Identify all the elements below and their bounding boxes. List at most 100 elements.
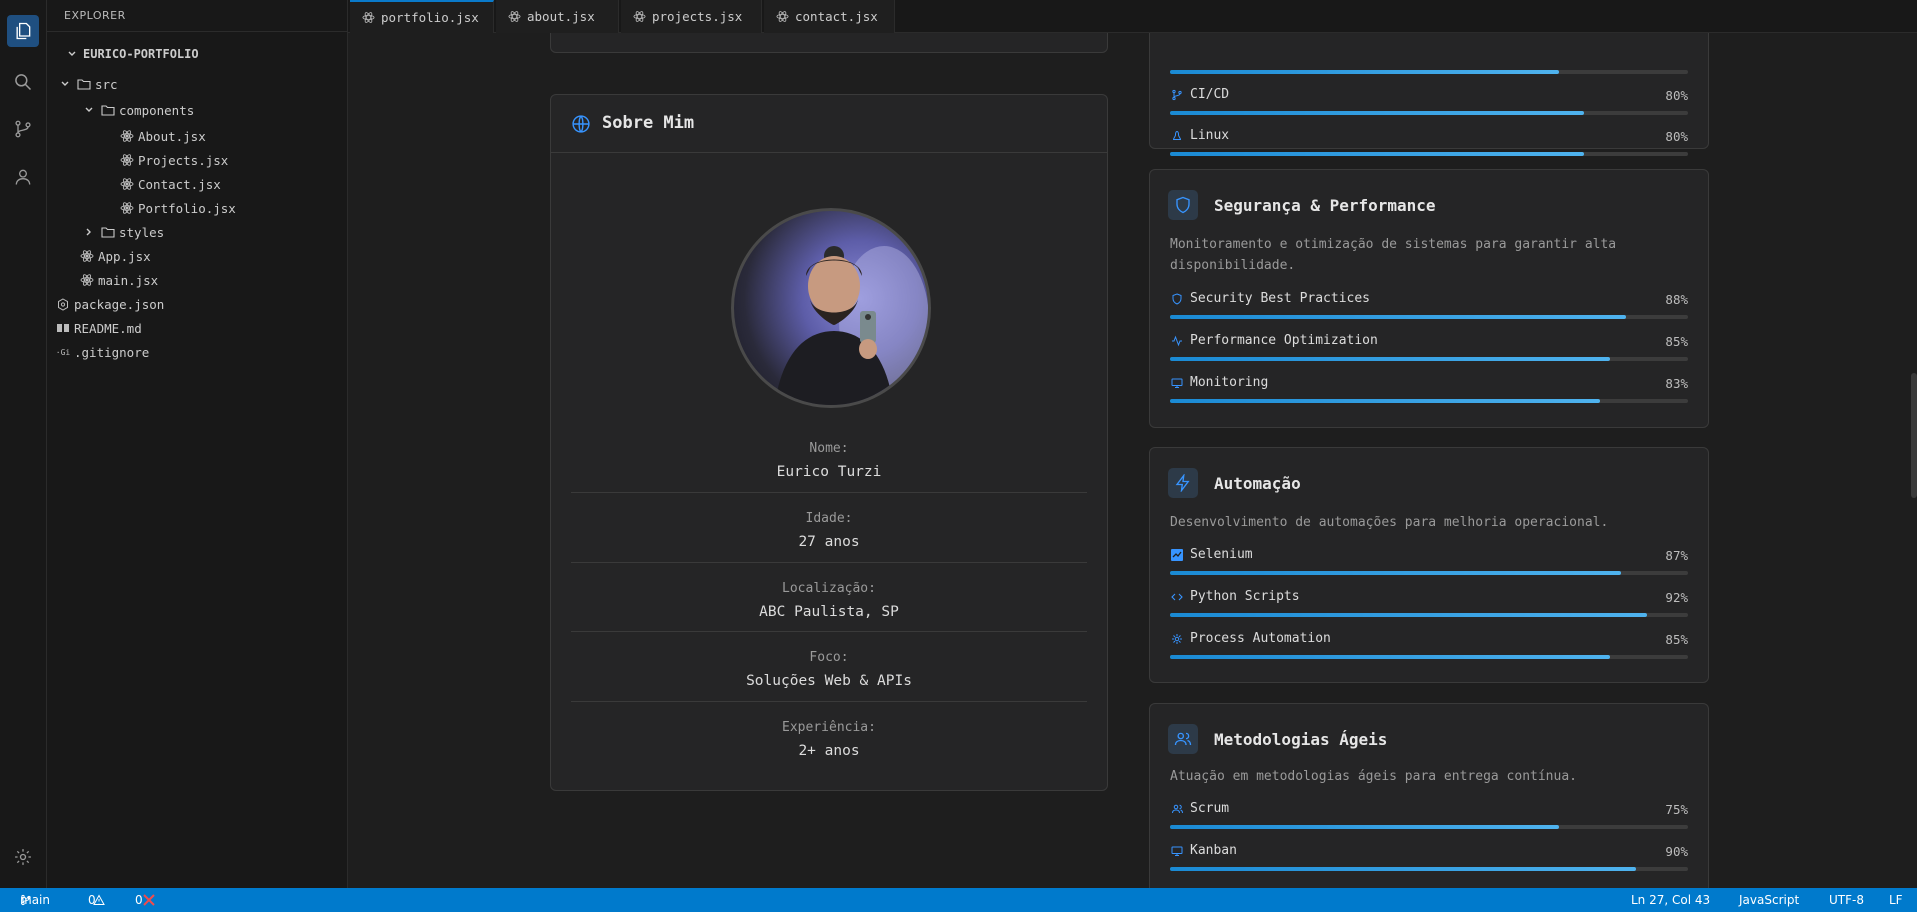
- tree-item-portfolio[interactable]: Portfolio.jsx: [119, 197, 236, 219]
- tree-item-projects[interactable]: Projects.jsx: [119, 149, 228, 171]
- skill-bar-fill: [1170, 152, 1585, 156]
- react-icon: [362, 11, 375, 24]
- explorer-sidebar: EXPLORER EURICO-PORTFOLIO src components…: [47, 0, 348, 888]
- tree-item-app[interactable]: App.jsx: [79, 245, 151, 267]
- skill-bar-track: [1170, 152, 1688, 156]
- editor-tabs: portfolio.jsx about.jsx projects.jsx con…: [348, 0, 1917, 33]
- skill-percent: 90%: [1665, 844, 1688, 859]
- gear-icon: [1170, 632, 1184, 646]
- shield-icon: [1170, 292, 1184, 306]
- about-field-value: ABC Paulista, SP: [759, 604, 899, 620]
- skill-label: CI/CD: [1190, 87, 1230, 102]
- tab-portfolio[interactable]: portfolio.jsx: [350, 0, 494, 33]
- errors-count: 0: [135, 893, 143, 907]
- section-title: Automação: [1214, 474, 1301, 493]
- skill-label: Scrum: [1190, 801, 1230, 816]
- skill-label: Monitoring: [1190, 375, 1269, 390]
- settings-gear-icon[interactable]: [7, 841, 39, 873]
- tab-label: portfolio.jsx: [381, 10, 479, 25]
- json-icon: [55, 296, 71, 312]
- folder-icon: [100, 224, 116, 240]
- skill-bar-track: [1170, 315, 1688, 319]
- vertical-scrollbar[interactable]: [1911, 373, 1917, 498]
- skill-bar-track: [1170, 111, 1688, 115]
- tree-item-components[interactable]: components: [81, 99, 194, 121]
- activity-bar: [0, 0, 47, 888]
- tree-item-label: Projects.jsx: [138, 152, 229, 168]
- language-mode[interactable]: JavaScript: [1739, 888, 1799, 912]
- book-icon: [55, 320, 71, 336]
- skill-bar-fill: [1170, 613, 1647, 617]
- source-control-icon[interactable]: [7, 113, 39, 145]
- skill-row: Security Best Practices: [1170, 291, 1370, 306]
- skill-bar-fill: [1170, 571, 1621, 575]
- errors-indicator[interactable]: 0: [135, 888, 155, 912]
- tree-item-package-json[interactable]: package.json: [55, 293, 164, 315]
- section-description: Desenvolvimento de automações para melho…: [1170, 515, 1609, 530]
- skill-bar-track: [1170, 70, 1688, 74]
- monitor-icon: [1170, 376, 1184, 390]
- skill-percent: 88%: [1665, 292, 1688, 307]
- divider: [571, 492, 1087, 493]
- account-icon[interactable]: [7, 161, 39, 193]
- linux-icon: [1170, 129, 1184, 143]
- tab-contact[interactable]: contact.jsx: [764, 0, 895, 33]
- branch-name: main: [20, 893, 50, 907]
- end-of-line[interactable]: LF: [1889, 888, 1903, 912]
- divider: [571, 701, 1087, 702]
- tree-item-label: About.jsx: [138, 128, 206, 144]
- skill-bar-track: [1170, 825, 1688, 829]
- tree-item-about[interactable]: About.jsx: [119, 125, 206, 147]
- react-icon: [508, 10, 521, 23]
- divider: [571, 631, 1087, 632]
- section-title: Metodologias Ágeis: [1214, 730, 1388, 749]
- skill-row: Python Scripts: [1170, 589, 1300, 604]
- tree-item-gitignore[interactable]: ·Gi .gitignore: [55, 341, 150, 363]
- shield-icon: [1168, 190, 1198, 220]
- skill-label: Kanban: [1190, 843, 1237, 858]
- tree-item-main[interactable]: main.jsx: [79, 269, 158, 291]
- git-branch-icon: [1170, 88, 1184, 102]
- warnings-indicator[interactable]: 0: [88, 888, 105, 912]
- skill-percent: 83%: [1665, 376, 1688, 391]
- skill-percent: 87%: [1665, 548, 1688, 563]
- skill-percent: 80%: [1665, 88, 1688, 103]
- selenium-icon: [1170, 548, 1184, 562]
- tree-item-styles[interactable]: styles: [81, 221, 164, 243]
- tree-item-contact[interactable]: Contact.jsx: [119, 173, 221, 195]
- section-description: Atuação em metodologias ágeis para entre…: [1170, 769, 1577, 784]
- skill-bar-fill: [1170, 357, 1611, 361]
- cursor-position[interactable]: Ln 27, Col 43: [1631, 888, 1710, 912]
- skill-bar-fill: [1170, 315, 1626, 319]
- tree-item-label: main.jsx: [98, 272, 159, 288]
- project-root[interactable]: EURICO-PORTFOLIO: [64, 43, 199, 65]
- chevron-down-icon: [57, 76, 73, 92]
- react-icon: [79, 248, 95, 264]
- skill-bar-track: [1170, 571, 1688, 575]
- explorer-icon[interactable]: [7, 15, 39, 47]
- search-icon[interactable]: [7, 66, 39, 98]
- tab-projects[interactable]: projects.jsx: [621, 0, 762, 33]
- skill-row: Scrum: [1170, 801, 1229, 816]
- react-icon: [119, 200, 135, 216]
- skill-row: Kanban: [1170, 843, 1237, 858]
- skill-label: Performance Optimization: [1190, 333, 1378, 348]
- skill-bar-fill: [1170, 70, 1559, 74]
- tree-item-label: styles: [119, 224, 165, 240]
- skill-bar-track: [1170, 613, 1688, 617]
- tab-about[interactable]: about.jsx: [496, 0, 619, 33]
- about-field-label: Foco:: [809, 650, 849, 665]
- encoding[interactable]: UTF-8: [1829, 888, 1864, 912]
- folder-open-icon: [76, 76, 92, 92]
- react-icon: [633, 10, 646, 23]
- section-description: Monitoramento e otimização de sistemas p…: [1170, 237, 1617, 273]
- branch-indicator[interactable]: main: [20, 888, 50, 912]
- warnings-count: 0: [88, 893, 96, 907]
- avatar: [731, 208, 931, 408]
- users-icon: [1168, 724, 1198, 754]
- tree-item-readme[interactable]: README.md: [55, 317, 142, 339]
- skill-percent: 92%: [1665, 590, 1688, 605]
- react-icon: [79, 272, 95, 288]
- about-card: Sobre Mim Nome: Eurico Turzi Idade: 27 a…: [550, 94, 1108, 791]
- tree-item-src[interactable]: src: [57, 73, 118, 95]
